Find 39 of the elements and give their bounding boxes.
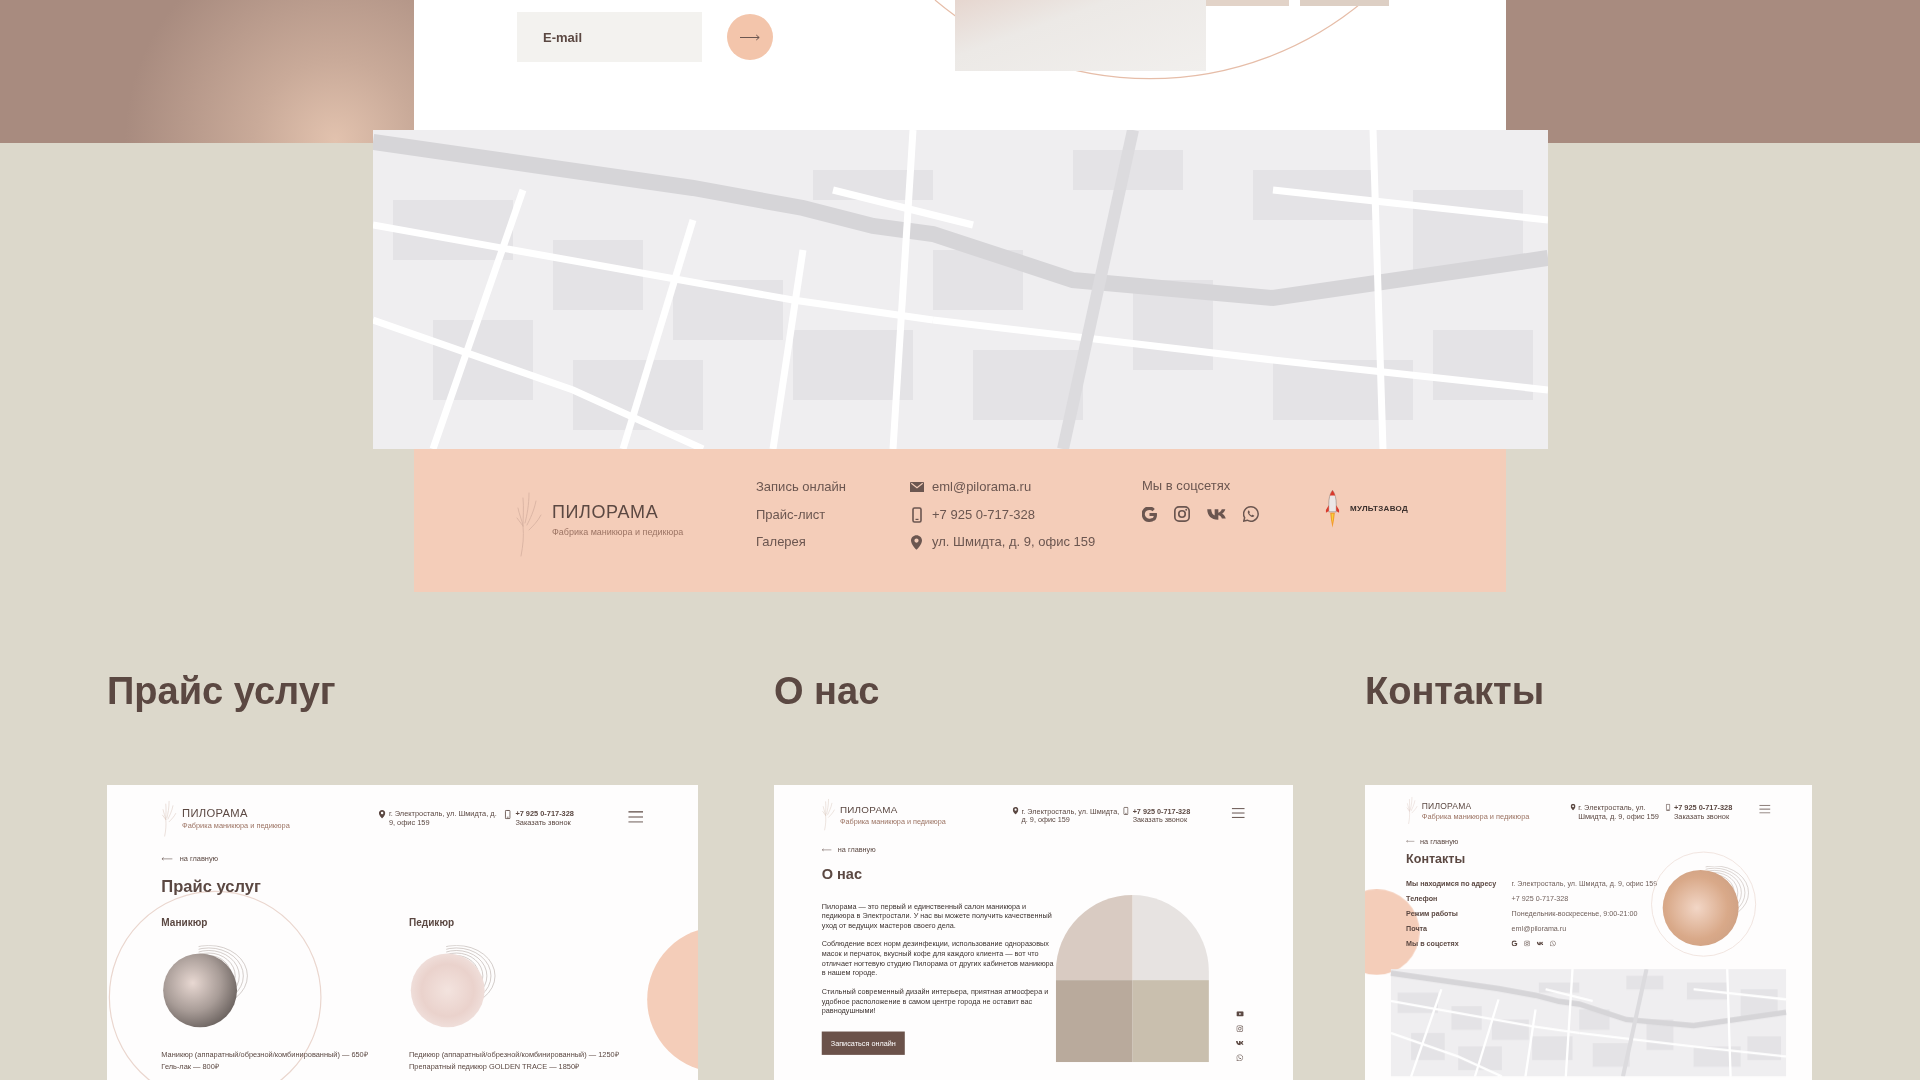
whatsapp-icon[interactable]: [1550, 940, 1556, 947]
envelope-icon: [909, 481, 924, 493]
vk-icon[interactable]: [1207, 508, 1226, 520]
category-title: Педикюр: [409, 916, 455, 929]
category-title: Маникюр: [161, 916, 208, 929]
pin-icon: [1012, 806, 1019, 815]
phone-link[interactable]: +7 925 0-717-328: [932, 506, 1035, 523]
pin-icon: [911, 534, 922, 550]
whatsapp-icon[interactable]: [1243, 506, 1259, 522]
logo-text: ПИЛОРАМА: [552, 501, 659, 523]
google-icon[interactable]: [1511, 940, 1518, 947]
google-icon[interactable]: [1142, 506, 1157, 522]
page-title: О нас: [821, 867, 863, 883]
section-title: Контакты: [1365, 669, 1545, 714]
email-field[interactable]: E-mail: [517, 12, 702, 62]
tagline: Фабрика маникюра и педикюра: [552, 527, 684, 538]
section-title: О нас: [774, 669, 880, 714]
nav-link[interactable]: Запись онлайн: [756, 479, 846, 495]
vk-icon[interactable]: [1536, 941, 1544, 946]
logo-text: ПИЛОРАМА: [839, 804, 898, 816]
nav-link[interactable]: Прайс-лист: [756, 506, 826, 523]
section-title: Прайс услуг: [107, 669, 336, 714]
rocket-icon: [1325, 490, 1340, 528]
arrow-right-icon: [740, 33, 760, 41]
nav-link[interactable]: Галерея: [756, 534, 806, 550]
email-link[interactable]: eml@pilorama.ru: [932, 479, 1032, 495]
pin-icon: [1570, 803, 1576, 811]
pin-icon: [378, 809, 386, 819]
youtube-icon[interactable]: [1236, 1011, 1244, 1017]
address-text: ул. Шмидта, д. 9, офис 159: [932, 534, 1096, 550]
instagram-icon[interactable]: [1174, 506, 1190, 522]
vk-icon[interactable]: [1235, 1040, 1244, 1046]
studio-credit[interactable]: МУЛЬТЗАВОД: [1350, 504, 1408, 514]
logo-text: ПИЛОРАМА: [1421, 801, 1472, 812]
logo-text: ПИЛОРАМА: [182, 806, 248, 820]
phone-icon: [911, 506, 922, 523]
social-title: Мы в соцсетях: [1142, 478, 1231, 494]
page-title: Контакты: [1406, 852, 1466, 865]
page-title: Прайс услуг: [161, 878, 261, 895]
